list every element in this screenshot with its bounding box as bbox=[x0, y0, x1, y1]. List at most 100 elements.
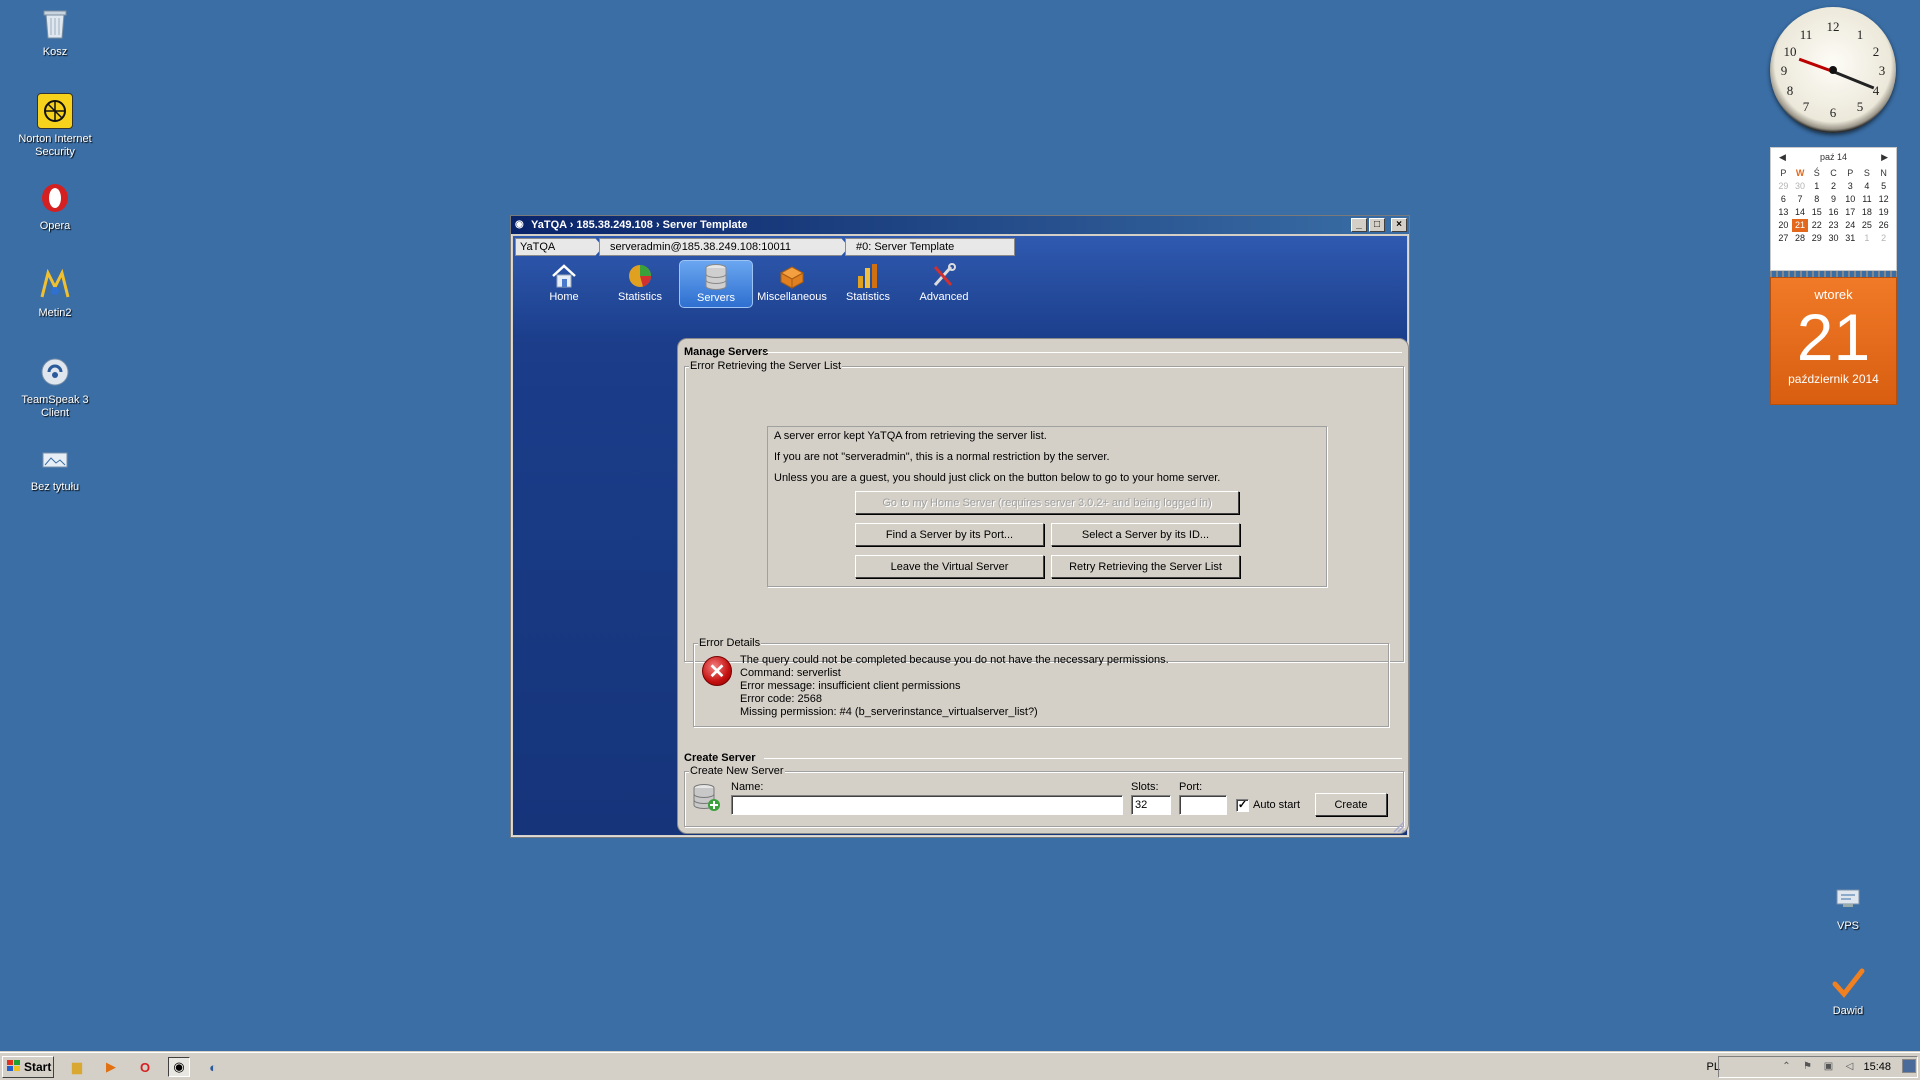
checkmark-icon bbox=[1830, 965, 1866, 1001]
calendar-day[interactable]: 25 bbox=[1859, 219, 1876, 232]
calendar-day[interactable]: 2 bbox=[1825, 180, 1842, 193]
show-desktop-icon[interactable] bbox=[1902, 1059, 1916, 1073]
volume-icon[interactable]: ◁ bbox=[1842, 1061, 1856, 1073]
yatqa-taskbar-button[interactable]: ◉ bbox=[168, 1057, 190, 1077]
calendar-day[interactable]: 21 bbox=[1791, 219, 1809, 232]
calendar-day[interactable]: 9 bbox=[1825, 193, 1842, 206]
taskbar: Start ▆ ▶ O ◉ ◐ PL ⌃ ⚑ ▣ ◁ 15:48 bbox=[0, 1052, 1920, 1080]
desktop-icon-vps[interactable]: VPS bbox=[1800, 880, 1896, 933]
calendar-day[interactable]: 20 bbox=[1775, 219, 1792, 232]
desktop-icon-dawid[interactable]: Dawid bbox=[1800, 965, 1896, 1018]
desktop-icon-label: VPS bbox=[1836, 920, 1859, 932]
breadcrumb-item-server[interactable]: #0: Server Template bbox=[845, 238, 1015, 256]
calendar-day[interactable]: 12 bbox=[1875, 193, 1892, 206]
minimize-button[interactable]: _ bbox=[1351, 218, 1367, 232]
calendar-day[interactable]: 3 bbox=[1842, 180, 1859, 193]
retry-server-list-button[interactable]: Retry Retrieving the Server List bbox=[1051, 555, 1240, 578]
leave-virtual-server-button[interactable]: Leave the Virtual Server bbox=[855, 555, 1044, 578]
error-group: Error Retrieving the Server List A serve… bbox=[684, 360, 1404, 727]
teamspeak-quicklaunch[interactable]: ◐ bbox=[202, 1057, 224, 1077]
previous-month-icon[interactable]: ◀ bbox=[1779, 152, 1786, 163]
server-name-input[interactable] bbox=[731, 795, 1123, 815]
select-server-by-id-button[interactable]: Select a Server by its ID... bbox=[1051, 523, 1240, 546]
maximize-button[interactable]: □ bbox=[1369, 218, 1385, 232]
window-titlebar[interactable]: ◉ YaTQA › 185.38.249.108 › Server Templa… bbox=[511, 216, 1409, 234]
calendar-day[interactable]: 5 bbox=[1875, 180, 1892, 193]
calendar-day[interactable]: 2 bbox=[1875, 232, 1892, 245]
calendar-day[interactable]: 26 bbox=[1875, 219, 1892, 232]
calendar-day[interactable]: 8 bbox=[1808, 193, 1825, 206]
desktop-icon-recycle-bin[interactable]: Kosz bbox=[7, 6, 103, 59]
desktop-icon-opera[interactable]: Opera bbox=[7, 180, 103, 233]
next-month-icon[interactable]: ▶ bbox=[1881, 152, 1888, 163]
slots-label: Slots: bbox=[1131, 781, 1159, 793]
calendar-day[interactable]: 14 bbox=[1792, 206, 1809, 219]
create-server-button[interactable]: Create bbox=[1315, 793, 1387, 816]
calendar-day[interactable]: 17 bbox=[1842, 206, 1859, 219]
calendar-weekday: P bbox=[1847, 168, 1854, 178]
breadcrumb-item-connection[interactable]: serveradmin@185.38.249.108:10011 bbox=[599, 238, 849, 256]
explorer-quicklaunch[interactable]: ▆ bbox=[66, 1057, 88, 1077]
opera-quicklaunch[interactable]: O bbox=[134, 1057, 156, 1077]
calendar-day[interactable]: 4 bbox=[1859, 180, 1876, 193]
slots-input[interactable] bbox=[1131, 795, 1171, 815]
calendar-day[interactable]: 7 bbox=[1792, 193, 1809, 206]
calendar-day[interactable]: 1 bbox=[1808, 180, 1825, 193]
close-button[interactable]: × bbox=[1391, 218, 1407, 232]
calendar-weekday: S bbox=[1863, 168, 1870, 178]
toolbar-label: Home bbox=[549, 291, 579, 303]
calendar-day[interactable]: 1 bbox=[1859, 232, 1876, 245]
toolbar-home[interactable]: Home bbox=[527, 260, 601, 308]
desktop-icon-label: Opera bbox=[39, 220, 71, 232]
desktop-icon-bez-tytulu[interactable]: Bez tytułu bbox=[7, 441, 103, 494]
port-input[interactable] bbox=[1179, 795, 1227, 815]
main-toolbar: Home Statistics Servers Miscellaneous St… bbox=[527, 260, 981, 308]
calendar-day[interactable]: 29 bbox=[1808, 232, 1825, 245]
clock-time[interactable]: 15:48 bbox=[1863, 1061, 1891, 1073]
clock-numeral: 9 bbox=[1780, 63, 1788, 78]
toolbar-miscellaneous[interactable]: Miscellaneous bbox=[755, 260, 829, 308]
pie-chart-icon bbox=[624, 262, 656, 290]
calendar-day-number: 21 bbox=[1796, 300, 1871, 374]
find-server-by-port-button[interactable]: Find a Server by its Port... bbox=[855, 523, 1044, 546]
tools-icon bbox=[928, 262, 960, 290]
calendar-day[interactable]: 10 bbox=[1842, 193, 1859, 206]
toolbar-statistics[interactable]: Statistics bbox=[603, 260, 677, 308]
calendar-day[interactable]: 28 bbox=[1792, 232, 1809, 245]
calendar-day[interactable]: 30 bbox=[1825, 232, 1842, 245]
window-client-area: YaTQA serveradmin@185.38.249.108:10011 #… bbox=[513, 236, 1409, 835]
calendar-day[interactable]: 23 bbox=[1825, 219, 1842, 232]
calendar-day[interactable]: 29 bbox=[1775, 180, 1792, 193]
toolbar-servers[interactable]: Servers bbox=[679, 260, 753, 308]
calendar-day[interactable]: 27 bbox=[1775, 232, 1792, 245]
calendar-day[interactable]: 24 bbox=[1842, 219, 1859, 232]
auto-start-checkbox[interactable]: ✓ bbox=[1236, 799, 1249, 812]
calendar-day[interactable]: 6 bbox=[1775, 193, 1792, 206]
calendar-day[interactable]: 13 bbox=[1775, 206, 1792, 219]
start-button[interactable]: Start bbox=[2, 1056, 54, 1078]
show-hidden-icons-icon[interactable]: ⌃ bbox=[1779, 1061, 1793, 1073]
error-details-group: Error Details ✕ The query could not be c… bbox=[693, 637, 1389, 727]
resize-grip-icon[interactable] bbox=[1391, 819, 1405, 833]
action-center-icon[interactable]: ⚑ bbox=[1800, 1061, 1814, 1073]
toolbar-advanced[interactable]: Advanced bbox=[907, 260, 981, 308]
calendar-day[interactable]: 11 bbox=[1859, 193, 1876, 206]
desktop-icon-metin2[interactable]: Metin2 bbox=[7, 267, 103, 320]
toolbar-statistics-2[interactable]: Statistics bbox=[831, 260, 905, 308]
desktop-icon-teamspeak[interactable]: TeamSpeak 3 Client bbox=[7, 354, 103, 420]
calendar-day[interactable]: 15 bbox=[1808, 206, 1825, 219]
clock-gadget: 12 1 2 3 4 5 6 7 8 9 10 11 bbox=[1770, 7, 1896, 133]
desktop-icon-norton[interactable]: Norton Internet Security bbox=[7, 93, 103, 159]
calendar-day[interactable]: 31 bbox=[1842, 232, 1859, 245]
media-player-quicklaunch[interactable]: ▶ bbox=[100, 1057, 122, 1077]
network-icon[interactable]: ▣ bbox=[1821, 1061, 1835, 1073]
calendar-day[interactable]: 19 bbox=[1875, 206, 1892, 219]
section-divider bbox=[766, 352, 1402, 353]
calendar-day[interactable]: 22 bbox=[1808, 219, 1825, 232]
breadcrumb-item-app[interactable]: YaTQA bbox=[515, 238, 603, 256]
calendar-day[interactable]: 18 bbox=[1859, 206, 1876, 219]
calendar-day[interactable]: 16 bbox=[1825, 206, 1842, 219]
go-home-server-button[interactable]: Go to my Home Server (requires server 3.… bbox=[855, 491, 1239, 514]
auto-start-label: Auto start bbox=[1253, 799, 1301, 811]
calendar-day[interactable]: 30 bbox=[1792, 180, 1809, 193]
